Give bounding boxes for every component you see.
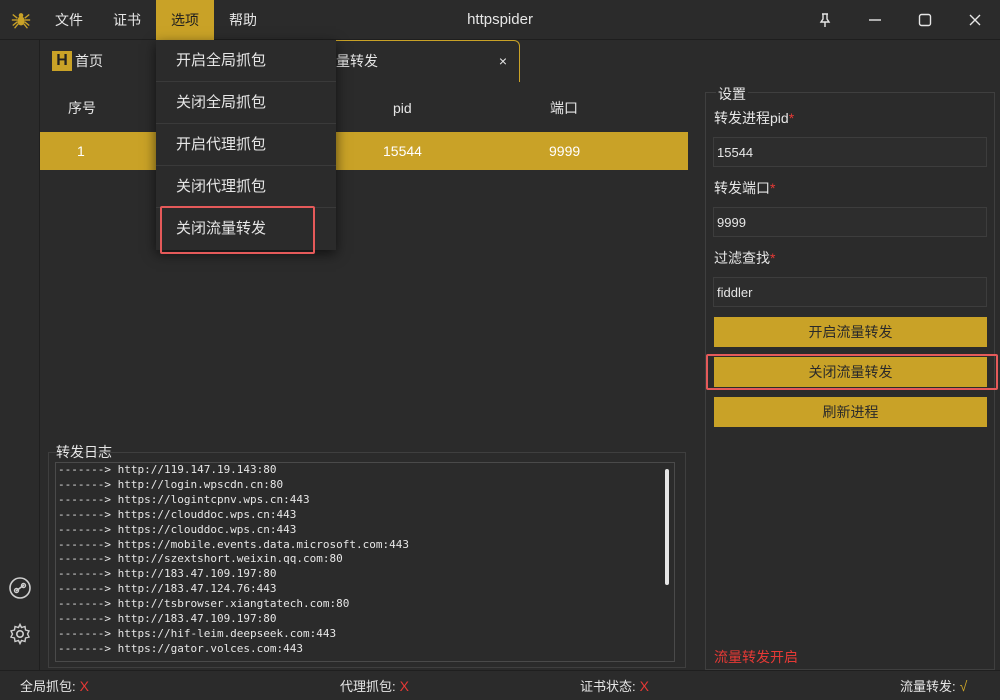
menu-certificate[interactable]: 证书 — [98, 0, 156, 40]
status-traffic-forward: 流量转发: √ — [900, 671, 967, 700]
pid-input[interactable] — [713, 137, 987, 167]
cell-index: 1 — [77, 143, 85, 159]
status-proxy-capture: 代理抓包: X — [340, 671, 409, 700]
maximize-icon — [918, 13, 932, 27]
process-table: 序号 pid 端口 1 15544 9999 — [40, 84, 688, 444]
status-cert-label: 证书状态: — [580, 679, 636, 694]
log-title: 转发日志 — [56, 444, 112, 460]
cell-pid: 15544 — [383, 143, 422, 159]
log-line: -------> http://119.147.19.143:80 — [58, 463, 277, 476]
filter-label-text: 过滤查找 — [714, 250, 770, 266]
left-sidebar — [0, 40, 40, 670]
menu-item-stop-proxy-capture[interactable]: 关闭代理抓包 — [156, 166, 336, 208]
menu-help[interactable]: 帮助 — [214, 0, 272, 40]
table-header: 序号 pid 端口 — [40, 84, 688, 132]
log-line: -------> http://183.47.109.197:80 — [58, 612, 277, 626]
status-cert-state: X — [639, 678, 649, 694]
log-line: -------> http://183.47.124.76:443 — [58, 582, 277, 596]
port-label-text: 转发端口 — [714, 180, 770, 196]
spider-icon — [11, 13, 31, 29]
tab-bar: H 首页 量转发 × — [40, 40, 690, 82]
col-port: 端口 — [550, 100, 578, 116]
pin-icon — [819, 13, 831, 27]
log-line: -------> https://clouddoc.wps.cn:443 — [58, 507, 297, 521]
options-dropdown: 开启全局抓包 关闭全局抓包 开启代理抓包 关闭代理抓包 关闭流量转发 — [156, 40, 336, 250]
stop-forward-button[interactable]: 关闭流量转发 — [714, 357, 987, 387]
menu-item-stop-traffic-forward[interactable]: 关闭流量转发 — [156, 208, 336, 250]
menu-item-start-proxy-capture[interactable]: 开启代理抓包 — [156, 124, 336, 166]
pid-label: 转发进程pid* — [714, 108, 794, 128]
status-proxy-state: X — [399, 678, 409, 694]
log-line: -------> https://logintcpnv.wps.cn:443 — [58, 492, 310, 506]
required-mark: * — [770, 250, 776, 266]
menu-item-start-global-capture[interactable]: 开启全局抓包 — [156, 40, 336, 82]
maximize-button[interactable] — [900, 0, 950, 40]
log-line: -------> https://clouddoc.wps.cn:443 — [58, 522, 297, 536]
tab-forward-label: 量转发 — [336, 53, 378, 69]
refresh-process-button[interactable]: 刷新进程 — [714, 397, 987, 427]
status-bar: 全局抓包: X 代理抓包: X 证书状态: X 流量转发: √ — [0, 670, 1000, 700]
required-mark: * — [770, 180, 776, 196]
cell-port: 9999 — [549, 143, 581, 159]
table-row[interactable]: 1 15544 9999 — [40, 132, 688, 170]
pin-button[interactable] — [800, 0, 850, 40]
minimize-button[interactable] — [850, 0, 900, 40]
forward-status-text: 流量转发开启 — [714, 649, 798, 665]
tab-home[interactable]: H 首页 — [52, 40, 103, 82]
status-forward-label: 流量转发: — [900, 679, 956, 694]
log-line: -------> http://183.47.109.197:80 — [58, 567, 277, 581]
required-mark: * — [788, 110, 795, 126]
log-line: -------> https://hif-leim.deepseek.com:4… — [58, 626, 337, 640]
status-certificate: 证书状态: X — [580, 671, 649, 700]
status-global-label: 全局抓包: — [20, 679, 76, 694]
menu-options[interactable]: 选项 — [156, 0, 214, 40]
status-proxy-label: 代理抓包: — [340, 679, 396, 694]
title-bar: 文件 证书 选项 帮助 httpspider — [0, 0, 1000, 40]
status-global-capture: 全局抓包: X — [20, 671, 89, 700]
filter-label: 过滤查找* — [714, 248, 775, 268]
forward-log[interactable]: -------> http://119.147.19.143:80 ------… — [55, 462, 675, 662]
filter-input[interactable] — [713, 277, 987, 307]
minimize-icon — [869, 19, 881, 21]
menu-bar: 文件 证书 选项 帮助 — [40, 0, 272, 40]
log-line: -------> https://mobile.events.data.micr… — [58, 537, 409, 551]
log-line: -------> http://tsbrowser.xiangtatech.co… — [58, 597, 350, 611]
port-input[interactable] — [713, 207, 987, 237]
pid-label-text: 转发进程pid — [714, 110, 789, 126]
log-line: -------> http://login.wpscdn.cn:80 — [58, 477, 284, 491]
gear-icon[interactable] — [8, 622, 32, 646]
log-scrollbar[interactable] — [665, 469, 669, 585]
menu-file[interactable]: 文件 — [40, 0, 98, 40]
home-tab-icon: H — [52, 51, 72, 71]
log-line: -------> https://gator.volces.com:443 — [58, 641, 304, 655]
log-line: -------> http://szextshort.weixin.qq.com… — [58, 552, 343, 566]
col-index: 序号 — [68, 100, 96, 116]
settings-title: 设置 — [716, 84, 748, 104]
col-pid: pid — [393, 100, 412, 116]
status-global-state: X — [79, 678, 89, 694]
tab-home-label: 首页 — [75, 53, 103, 69]
link-icon[interactable] — [8, 576, 32, 600]
start-forward-button[interactable]: 开启流量转发 — [714, 317, 987, 347]
menu-item-stop-global-capture[interactable]: 关闭全局抓包 — [156, 82, 336, 124]
close-icon — [969, 14, 981, 26]
tab-close-button[interactable]: × — [499, 41, 507, 81]
close-button[interactable] — [950, 0, 1000, 40]
port-label: 转发端口* — [714, 178, 775, 198]
status-forward-state: √ — [959, 678, 968, 694]
